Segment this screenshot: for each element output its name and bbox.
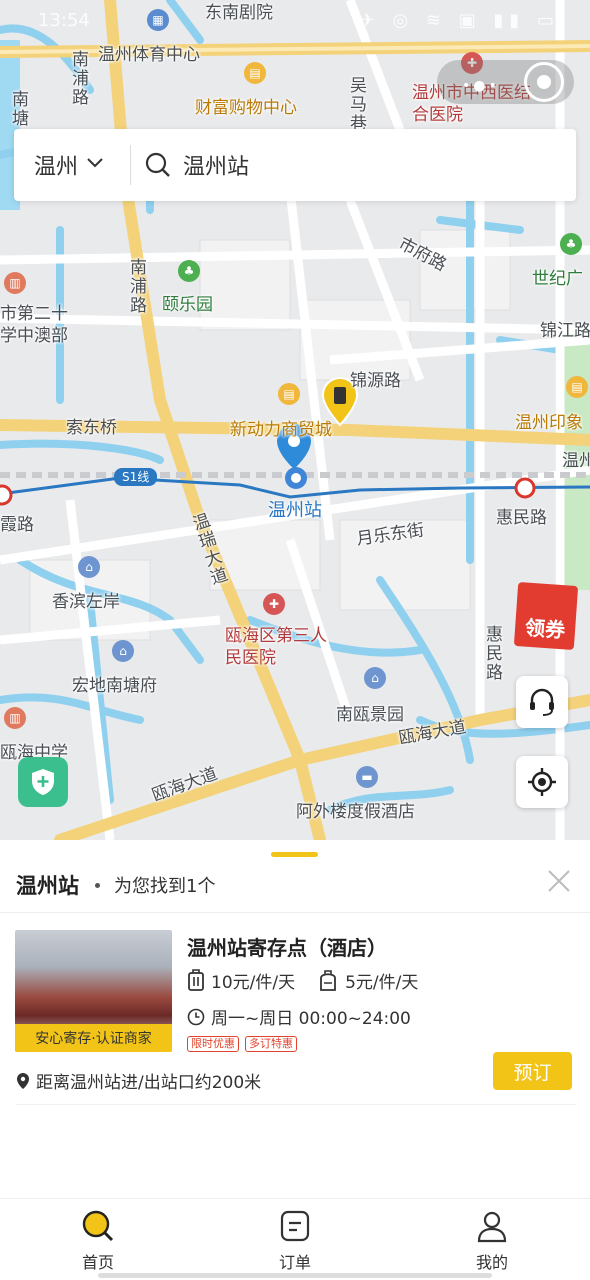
map-label: 市第二十学中澳部 bbox=[0, 304, 68, 346]
distance-info: 距离温州站进/出站口约200米 bbox=[16, 1068, 261, 1093]
school-icon: ▥ bbox=[4, 272, 26, 294]
shopping-icon: ▤ bbox=[566, 376, 588, 398]
capsule-close-icon[interactable] bbox=[524, 62, 564, 102]
map-label: 新动力商贸城 bbox=[230, 420, 332, 440]
safety-shield-button[interactable] bbox=[18, 757, 68, 807]
map-label: 世纪广 bbox=[532, 269, 583, 289]
customer-service-button[interactable] bbox=[516, 676, 568, 728]
park-icon: ♣ bbox=[560, 233, 582, 255]
locate-icon bbox=[528, 768, 556, 796]
tab-home[interactable]: 首页 bbox=[38, 1209, 158, 1273]
coupon-button[interactable]: 领券 bbox=[513, 581, 579, 651]
promo-tag: 多订特惠 bbox=[245, 1036, 297, 1052]
residence-icon: ⌂ bbox=[364, 667, 386, 689]
more-icon[interactable]: •●• bbox=[462, 78, 500, 94]
map-label: 惠民路 bbox=[482, 625, 502, 682]
small-luggage-price: 5元/件/天 bbox=[317, 968, 418, 993]
map-label: 南塘 bbox=[8, 90, 28, 128]
shield-icon bbox=[32, 769, 54, 795]
map-label: 财富购物中心 bbox=[195, 98, 297, 118]
divider bbox=[16, 1104, 576, 1105]
residence-icon: ⌂ bbox=[78, 556, 100, 578]
clock-icon bbox=[187, 1008, 205, 1025]
status-bar: 13:54 ✈ ◎ ≋ ▣ ▮▮ ▭ bbox=[0, 0, 590, 40]
map-label: 瓯海区第三人民医院 bbox=[225, 626, 327, 668]
certified-badge: 安心寄存·认证商家 bbox=[15, 1024, 172, 1052]
store-title: 温州站寄存点（酒店） bbox=[187, 936, 387, 960]
tab-label: 订单 bbox=[278, 1253, 311, 1272]
school-icon: ▥ bbox=[4, 707, 26, 729]
search-icon bbox=[145, 152, 170, 177]
map-label: 南浦路 bbox=[126, 258, 146, 315]
map-label: 锦源路 bbox=[350, 371, 401, 391]
results-sheet: 温州站 为您找到1个 安心寄存·认证商家 温州站寄存点（酒店） 10元/件/天 … bbox=[0, 840, 590, 1200]
map-view[interactable]: ▦ ▤ ✚ ♣ ♣ ▥ ▤ ⌂ ✚ ⌂ ⌂ ▥ ▬ ▤ 东南剧院 温州体育中心 … bbox=[0, 0, 590, 840]
map-label: 索东桥 bbox=[66, 418, 117, 438]
chevron-down-icon bbox=[87, 158, 103, 168]
tab-profile[interactable]: 我的 bbox=[432, 1209, 552, 1273]
map-label: 锦江路 bbox=[540, 321, 590, 341]
map-label: 吴马巷 bbox=[346, 76, 366, 133]
home-indicator bbox=[98, 1273, 492, 1278]
map-label: 温州体育中心 bbox=[98, 45, 200, 65]
store-photo: 安心寄存·认证商家 bbox=[15, 930, 172, 1052]
close-icon[interactable] bbox=[546, 868, 572, 894]
promo-tags: 限时优惠 多订特惠 bbox=[187, 1036, 303, 1052]
map-label: 温州印象 bbox=[515, 413, 583, 433]
search-query: 温州站 bbox=[183, 155, 250, 180]
metro-line-badge: S1线 bbox=[114, 468, 158, 486]
park-icon: ♣ bbox=[178, 260, 200, 282]
search-icon bbox=[82, 1210, 114, 1242]
locate-me-button[interactable] bbox=[516, 756, 568, 808]
user-icon bbox=[477, 1211, 507, 1243]
status-time: 13:54 bbox=[38, 10, 90, 31]
city-selector[interactable]: 温州 bbox=[14, 145, 131, 185]
bottom-tab-bar: 首页 订单 我的 bbox=[0, 1198, 590, 1280]
map-label: 惠民路 bbox=[496, 508, 547, 528]
backpack-icon bbox=[320, 969, 336, 991]
map-label: 阿外楼度假酒店 bbox=[296, 802, 415, 822]
map-label: 温州 bbox=[562, 451, 590, 471]
divider bbox=[0, 912, 590, 913]
residence-icon: ⌂ bbox=[112, 640, 134, 662]
price-small: 5元/件/天 bbox=[345, 973, 419, 993]
shopping-icon: ▤ bbox=[278, 383, 300, 405]
price-large: 10元/件/天 bbox=[211, 973, 296, 993]
results-header: 温州站 为您找到1个 bbox=[16, 870, 215, 900]
tab-label: 首页 bbox=[81, 1253, 114, 1272]
station-label: 温州站 bbox=[268, 500, 322, 521]
hotel-icon: ▬ bbox=[356, 766, 378, 788]
suitcase-icon bbox=[188, 968, 204, 991]
map-label: 霞路 bbox=[0, 515, 34, 535]
headset-icon bbox=[530, 688, 554, 716]
opening-hours: 周一~周日 00:00~24:00 bbox=[187, 1004, 411, 1029]
search-bar[interactable]: 温州 温州站 bbox=[14, 129, 576, 201]
order-icon bbox=[280, 1210, 310, 1242]
map-label: 香滨左岸 bbox=[52, 592, 120, 612]
location-pin-icon bbox=[17, 1072, 29, 1089]
results-keyword: 温州站 bbox=[16, 874, 79, 898]
sheet-drag-handle[interactable] bbox=[271, 852, 318, 857]
map-label: 南瓯景园 bbox=[336, 705, 404, 725]
map-label: 南浦路 bbox=[68, 50, 88, 107]
map-label: 宏地南塘府 bbox=[72, 676, 157, 696]
map-label: 颐乐园 bbox=[162, 295, 213, 315]
search-input[interactable]: 温州站 bbox=[131, 149, 249, 181]
separator-dot bbox=[95, 882, 100, 888]
shopping-icon: ▤ bbox=[244, 62, 266, 84]
book-button[interactable]: 预订 bbox=[493, 1052, 572, 1090]
promo-tag: 限时优惠 bbox=[187, 1036, 239, 1052]
status-icons: ✈ ◎ ≋ ▣ ▮▮ ▭ bbox=[359, 10, 560, 31]
hours-text: 周一~周日 00:00~24:00 bbox=[211, 1009, 411, 1029]
hospital-icon: ✚ bbox=[263, 593, 285, 615]
large-luggage-price: 10元/件/天 bbox=[187, 968, 295, 993]
coupon-label: 领券 bbox=[524, 615, 566, 643]
results-count: 为您找到1个 bbox=[114, 876, 216, 897]
price-row: 10元/件/天 5元/件/天 bbox=[187, 968, 440, 993]
tab-orders[interactable]: 订单 bbox=[235, 1209, 355, 1273]
city-label: 温州 bbox=[34, 155, 79, 180]
distance-text: 距离温州站进/出站口约200米 bbox=[36, 1073, 262, 1093]
tab-label: 我的 bbox=[475, 1253, 508, 1272]
